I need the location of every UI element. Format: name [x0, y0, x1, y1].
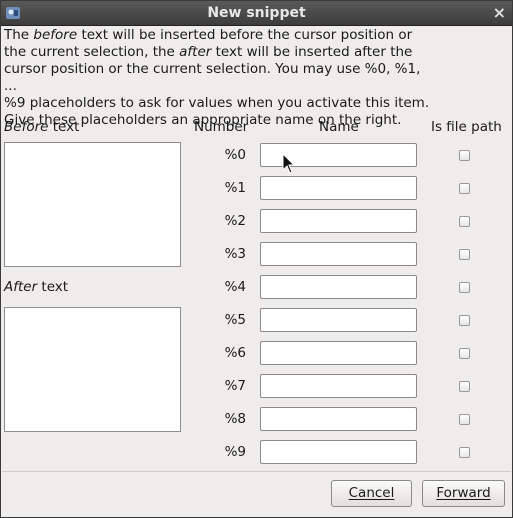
before-text-area[interactable] — [4, 142, 181, 267]
cancel-button[interactable]: Cancel — [331, 480, 412, 507]
file-path-checkbox[interactable] — [459, 183, 470, 194]
placeholder-number: %9 — [224, 444, 246, 460]
placeholder-name-input[interactable] — [260, 440, 417, 464]
file-path-checkbox[interactable] — [459, 447, 470, 458]
placeholder-name-input[interactable] — [260, 341, 417, 365]
placeholder-number: %1 — [224, 180, 246, 196]
placeholder-number: %0 — [224, 147, 246, 163]
file-path-checkbox[interactable] — [459, 348, 470, 359]
placeholder-number: %8 — [224, 411, 246, 427]
file-path-checkbox[interactable] — [459, 381, 470, 392]
placeholder-number: %5 — [224, 312, 246, 328]
placeholder-name-input[interactable] — [260, 374, 417, 398]
button-separator — [2, 471, 511, 472]
number-header: Number — [194, 119, 249, 135]
placeholder-number: %3 — [224, 246, 246, 262]
placeholder-name-input[interactable] — [260, 242, 417, 266]
file-path-checkbox[interactable] — [459, 216, 470, 227]
placeholder-number: %2 — [224, 213, 246, 229]
is-file-path-header: Is file path — [431, 119, 502, 135]
placeholder-number: %7 — [224, 378, 246, 394]
file-path-checkbox[interactable] — [459, 150, 470, 161]
after-text-label: After text — [4, 279, 69, 295]
placeholder-name-input[interactable] — [260, 407, 417, 431]
mouse-pointer-icon — [282, 153, 296, 174]
placeholder-name-input[interactable] — [260, 176, 417, 200]
new-snippet-dialog: New snippet × The before text will be in… — [0, 0, 513, 518]
window-title: New snippet — [207, 5, 306, 21]
forward-button[interactable]: Forward — [422, 480, 505, 507]
file-path-checkbox[interactable] — [459, 249, 470, 260]
placeholder-name-input[interactable] — [260, 275, 417, 299]
file-path-checkbox[interactable] — [459, 315, 470, 326]
name-header: Name — [319, 119, 359, 135]
title-bar: New snippet × — [1, 1, 512, 26]
placeholder-name-input[interactable] — [260, 308, 417, 332]
file-path-checkbox[interactable] — [459, 282, 470, 293]
after-text-area[interactable] — [4, 307, 181, 432]
close-icon[interactable]: × — [493, 3, 506, 22]
file-path-checkbox[interactable] — [459, 414, 470, 425]
placeholder-number: %4 — [224, 279, 246, 295]
before-text-label: Before text — [4, 119, 80, 135]
description-text: The before text will be inserted before … — [4, 27, 430, 128]
placeholder-number: %6 — [224, 345, 246, 361]
placeholder-name-input[interactable] — [260, 209, 417, 233]
